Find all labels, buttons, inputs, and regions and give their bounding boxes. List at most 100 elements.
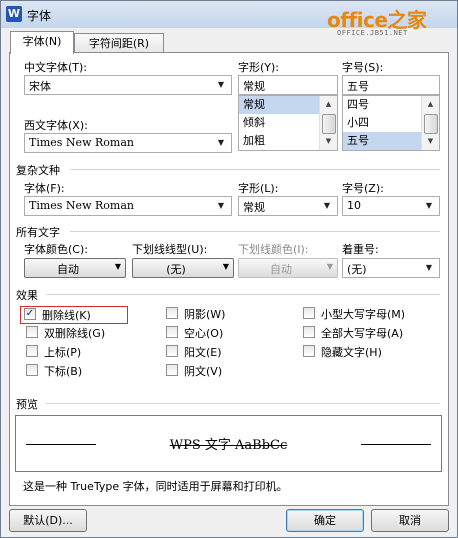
complex-style-label: 字形(L): (238, 182, 279, 195)
divider (70, 169, 440, 170)
all-caps-checkbox[interactable]: 全部大写字母(A) (303, 325, 433, 341)
effects-section-title: 效果 (16, 289, 38, 302)
complex-style-value: 常规 (243, 201, 265, 214)
emboss-checkbox[interactable]: 阳文(E) (166, 344, 266, 360)
complex-font-value: Times New Roman (29, 199, 134, 212)
complex-font-select[interactable]: Times New Roman ▼ (24, 196, 232, 216)
tab-character-spacing[interactable]: 字符间距(R) (74, 33, 164, 54)
western-font-label: 西文字体(X): (24, 119, 88, 132)
scroll-up-icon[interactable]: ▲ (423, 97, 438, 112)
chinese-font-label: 中文字体(T): (24, 61, 88, 74)
chevron-down-icon[interactable]: ▼ (214, 136, 228, 150)
chevron-down-icon[interactable]: ▼ (422, 199, 436, 213)
chevron-down-icon[interactable]: ▼ (422, 261, 436, 275)
size-label: 字号(S): (342, 61, 384, 74)
emphasis-mark-select[interactable]: (无) ▼ (342, 258, 440, 278)
superscript-checkbox[interactable]: 上标(P) (26, 344, 126, 360)
checkbox-box[interactable] (166, 307, 178, 319)
style-input[interactable]: 常规 (238, 75, 338, 95)
checkbox-box[interactable] (303, 326, 315, 338)
chinese-font-value: 宋体 (29, 80, 51, 93)
divider (70, 231, 440, 232)
size-input-value: 五号 (347, 80, 369, 93)
font-type-note: 这是一种 TrueType 字体，同时适用于屏幕和打印机。 (23, 480, 288, 493)
underline-color-dropdown: 自动 ▼ (238, 258, 338, 278)
tab-font[interactable]: 字体(N) (10, 31, 74, 54)
size-input[interactable]: 五号 (342, 75, 440, 95)
font-color-value: 自动 (57, 263, 79, 276)
underline-style-label: 下划线线型(U): (132, 243, 208, 256)
chinese-font-select[interactable]: 宋体 ▼ (24, 75, 232, 95)
chevron-down-icon: ▼ (326, 262, 333, 271)
all-text-section-title: 所有文字 (16, 226, 60, 239)
complex-style-select[interactable]: 常规 ▼ (238, 196, 338, 216)
complex-size-label: 字号(Z): (342, 182, 384, 195)
chevron-down-icon[interactable]: ▼ (320, 199, 334, 213)
strikethrough-checkbox[interactable]: ✓ 删除线(K) (20, 306, 128, 324)
font-color-dropdown[interactable]: 自动 ▼ (24, 258, 126, 278)
size-list-scrollbar[interactable]: ▲ ▼ (421, 96, 439, 150)
underline-color-value: 自动 (270, 263, 292, 276)
style-list-scrollbar[interactable]: ▲ ▼ (319, 96, 337, 150)
complex-section-title: 复杂文种 (16, 164, 60, 177)
hidden-text-checkbox[interactable]: 隐藏文字(H) (303, 344, 433, 360)
underline-color-label: 下划线颜色(I): (238, 243, 309, 256)
engrave-label: 阴文(V) (184, 365, 223, 378)
underline-style-dropdown[interactable]: (无) ▼ (132, 258, 234, 278)
checkbox-box[interactable] (166, 364, 178, 376)
superscript-label: 上标(P) (44, 346, 82, 359)
divider (46, 403, 440, 404)
subscript-label: 下标(B) (44, 365, 83, 378)
double-strikethrough-label: 双删除线(G) (44, 327, 106, 340)
shadow-checkbox[interactable]: 阴影(W) (166, 306, 266, 322)
small-caps-label: 小型大写字母(M) (321, 308, 406, 321)
style-list[interactable]: 常规 倾斜 加粗 ▲ ▼ (238, 95, 338, 151)
outline-checkbox[interactable]: 空心(O) (166, 325, 266, 341)
default-button[interactable]: 默认(D)... (9, 509, 87, 532)
preview-box: WPS 文字 AaBbCc (15, 415, 442, 472)
checkbox-box[interactable] (26, 364, 38, 376)
subscript-checkbox[interactable]: 下标(B) (26, 363, 126, 379)
dialog-title: 字体 (27, 9, 52, 23)
cancel-button[interactable]: 取消 (371, 509, 449, 532)
scroll-thumb[interactable] (424, 114, 438, 134)
preview-section-title: 预览 (16, 398, 38, 411)
scroll-down-icon[interactable]: ▼ (423, 134, 438, 149)
ok-button[interactable]: 确定 (286, 509, 364, 532)
complex-size-value: 10 (347, 199, 361, 212)
complex-font-label: 字体(F): (24, 182, 65, 195)
checkmark-icon[interactable]: ✓ (24, 308, 36, 320)
scroll-up-icon[interactable]: ▲ (321, 97, 336, 112)
underline-style-value: (无) (166, 263, 186, 276)
checkbox-box[interactable] (303, 307, 315, 319)
size-list[interactable]: 四号 小四 五号 ▲ ▼ (342, 95, 440, 151)
emphasis-mark-value: (无) (347, 263, 367, 276)
chevron-down-icon: ▼ (222, 262, 229, 271)
divider (46, 294, 440, 295)
chevron-down-icon[interactable]: ▼ (214, 78, 228, 92)
double-strikethrough-checkbox[interactable]: 双删除线(G) (26, 325, 126, 341)
checkbox-box[interactable] (166, 345, 178, 357)
engrave-checkbox[interactable]: 阴文(V) (166, 363, 266, 379)
chevron-down-icon: ▼ (114, 262, 121, 271)
scroll-thumb[interactable] (322, 114, 336, 134)
scroll-down-icon[interactable]: ▼ (321, 134, 336, 149)
checkbox-box[interactable] (26, 345, 38, 357)
checkbox-box[interactable] (166, 326, 178, 338)
chevron-down-icon[interactable]: ▼ (214, 199, 228, 213)
style-label: 字形(Y): (238, 61, 280, 74)
complex-size-select[interactable]: 10 ▼ (342, 196, 440, 216)
strikethrough-label: 删除线(K) (42, 309, 91, 322)
wps-app-icon: W (6, 6, 22, 22)
checkbox-box[interactable] (303, 345, 315, 357)
office-home-watermark-logo: office之家 OFFICE.JB51.NET (327, 4, 449, 40)
font-dialog: W 字体 office之家 OFFICE.JB51.NET 字体(N) 字符间距… (0, 0, 458, 538)
font-color-label: 字体颜色(C): (24, 243, 88, 256)
shadow-label: 阴影(W) (184, 308, 226, 321)
all-caps-label: 全部大写字母(A) (321, 327, 404, 340)
outline-label: 空心(O) (184, 327, 224, 340)
western-font-select[interactable]: Times New Roman ▼ (24, 133, 232, 153)
checkbox-box[interactable] (26, 326, 38, 338)
small-caps-checkbox[interactable]: 小型大写字母(M) (303, 306, 433, 322)
style-input-value: 常规 (243, 80, 265, 93)
